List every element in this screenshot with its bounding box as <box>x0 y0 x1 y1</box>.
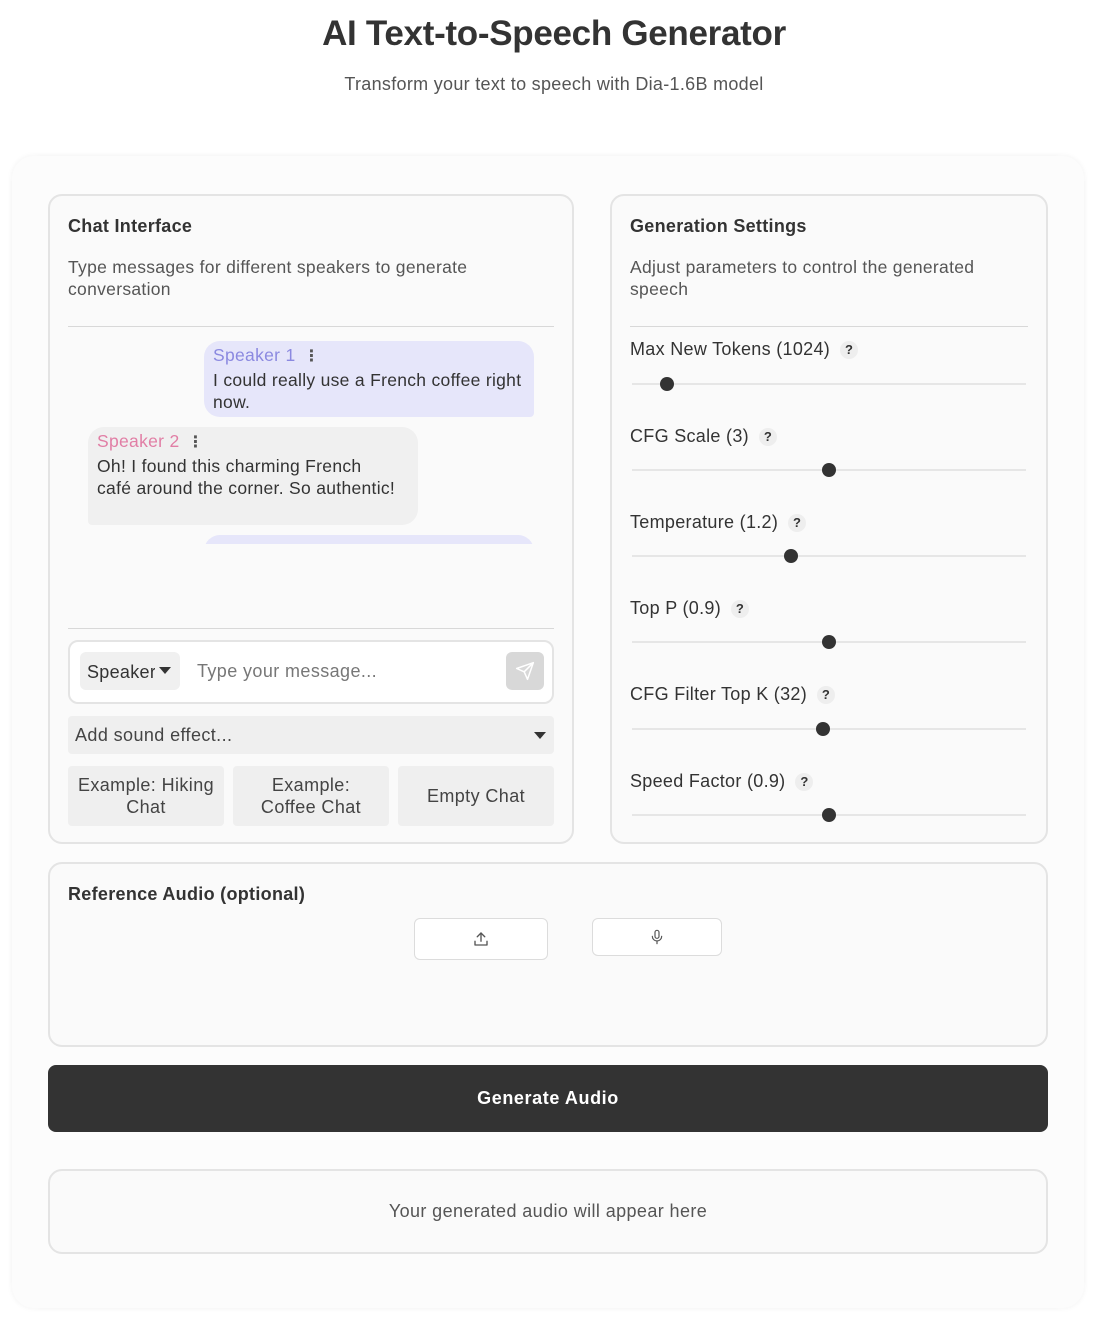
more-options-icon[interactable]: ⋮ <box>187 432 203 452</box>
speaker-name: Speaker 1 <box>213 345 296 365</box>
empty-chat-button[interactable]: Empty Chat <box>398 766 554 826</box>
chat-messages[interactable]: Speaker 1 ⋮ I could really use a French … <box>68 328 554 544</box>
slider-thumb[interactable] <box>816 722 831 736</box>
help-icon[interactable]: ? <box>731 599 750 618</box>
send-button[interactable] <box>506 652 544 690</box>
temperature-slider[interactable] <box>632 549 1026 563</box>
more-options-icon[interactable]: ⋮ <box>303 346 319 366</box>
help-icon[interactable]: ? <box>795 772 814 791</box>
upload-icon <box>474 932 488 946</box>
divider <box>68 326 554 327</box>
example-hiking-button[interactable]: Example: Hiking Chat <box>68 766 224 826</box>
message-text: I could really use a French coffee right… <box>213 370 522 412</box>
divider <box>68 628 554 629</box>
sound-effect-select[interactable]: Add sound effect... <box>68 716 554 754</box>
slider-thumb[interactable] <box>822 635 836 649</box>
help-icon[interactable]: ? <box>758 427 777 446</box>
slider-thumb[interactable] <box>784 549 799 563</box>
max-new-tokens-slider[interactable] <box>632 377 1026 391</box>
message-bubble-speaker-1: Speaker 1 ⋮ I could really use a French … <box>204 341 534 417</box>
generate-audio-button[interactable]: Generate Audio <box>48 1065 1048 1132</box>
output-placeholder: Your generated audio will appear here <box>388 1201 708 1221</box>
speed-factor-label: Speed Factor (0.9) ? <box>630 771 814 792</box>
cfg-filter-top-k-slider[interactable] <box>632 722 1026 736</box>
settings-panel-description: Adjust parameters to control the generat… <box>630 257 975 299</box>
message-bubble-partial <box>204 535 534 544</box>
cfg-scale-slider[interactable] <box>632 463 1026 477</box>
speaker-name: Speaker 2 <box>97 431 180 451</box>
chevron-down-icon <box>159 667 171 674</box>
page-title: AI Text-to-Speech Generator <box>322 14 786 53</box>
upload-audio-button[interactable] <box>414 918 548 960</box>
temperature-label: Temperature (1.2) ? <box>630 512 807 533</box>
divider <box>630 326 1028 327</box>
reference-audio-title: Reference Audio (optional) <box>68 884 306 904</box>
slider-thumb[interactable] <box>660 377 675 391</box>
help-icon[interactable]: ? <box>817 685 836 704</box>
slider-thumb[interactable] <box>822 808 836 822</box>
settings-panel-title: Generation Settings <box>630 216 807 236</box>
page-subtitle: Transform your text to speech with Dia-1… <box>344 74 764 94</box>
speaker-select[interactable]: Speaker 1 <box>80 652 180 690</box>
settings-panel: Generation Settings Adjust parameters to… <box>610 194 1048 844</box>
microphone-icon <box>651 929 663 945</box>
chat-panel: Chat Interface Type messages for differe… <box>48 194 574 844</box>
reference-audio-panel: Reference Audio (optional) <box>48 862 1048 1047</box>
message-bubble-speaker-2: Speaker 2 ⋮ Oh! I found this charming Fr… <box>88 427 418 525</box>
top-p-label: Top P (0.9) ? <box>630 598 750 619</box>
cfg-filter-top-k-label: CFG Filter Top K (32) ? <box>630 684 836 705</box>
cfg-scale-label: CFG Scale (3) ? <box>630 426 777 447</box>
output-panel: Your generated audio will appear here <box>48 1169 1048 1254</box>
help-icon[interactable]: ? <box>788 513 807 532</box>
chevron-down-icon <box>534 732 546 739</box>
message-input[interactable]: Type your message... <box>197 661 377 682</box>
chat-panel-description: Type messages for different speakers to … <box>68 257 468 299</box>
top-p-slider[interactable] <box>632 635 1026 649</box>
message-text: Oh! I found this charming French café ar… <box>97 456 396 498</box>
send-icon <box>515 661 535 681</box>
record-audio-button[interactable] <box>592 918 722 956</box>
slider-thumb[interactable] <box>822 463 836 477</box>
example-coffee-button[interactable]: Example: Coffee Chat <box>233 766 389 826</box>
message-composer: Speaker 1 Type your message... <box>68 640 554 704</box>
chat-panel-title: Chat Interface <box>68 216 193 236</box>
help-icon[interactable]: ? <box>840 340 859 359</box>
speed-factor-slider[interactable] <box>632 808 1026 822</box>
max-new-tokens-label: Max New Tokens (1024) ? <box>630 339 859 360</box>
